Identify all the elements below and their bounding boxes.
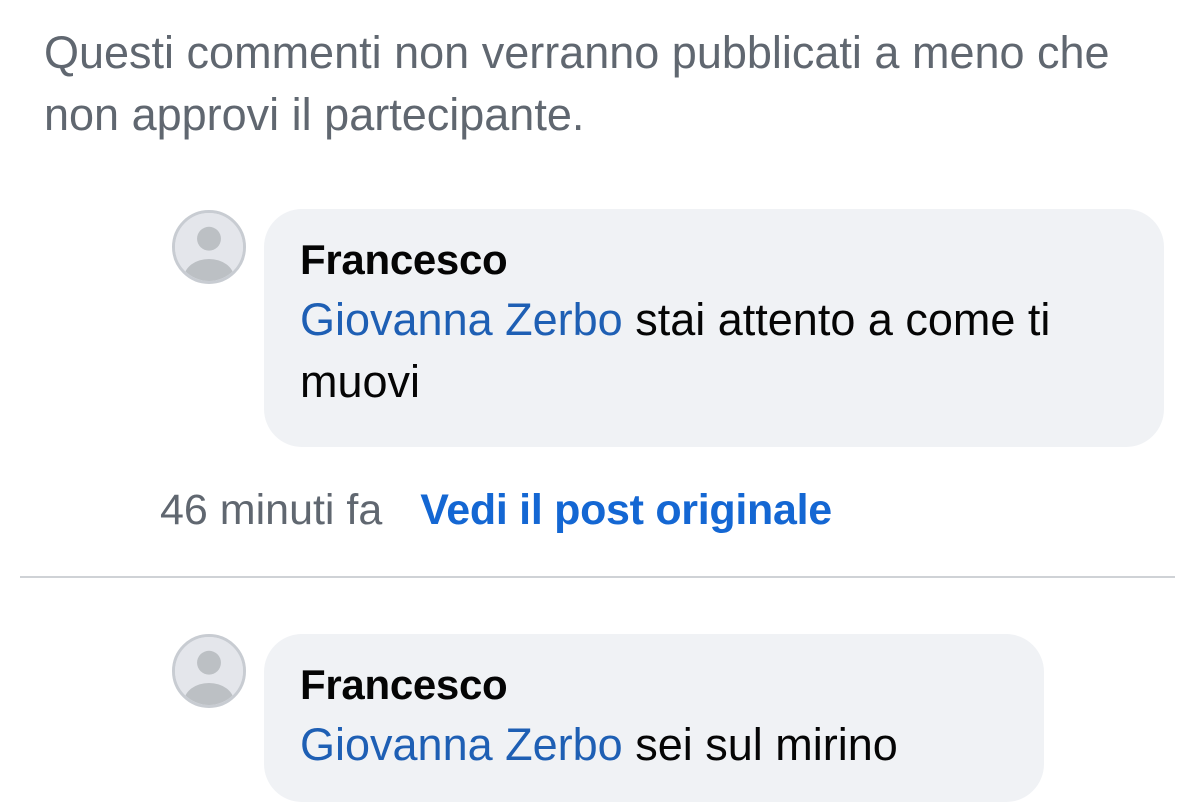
comment-timestamp: 46 minuti fa — [160, 486, 383, 534]
default-avatar-icon — [175, 213, 243, 281]
pending-comments-page: Questi commenti non verranno pubblicati … — [0, 0, 1200, 812]
comment-divider — [20, 576, 1175, 578]
comment-author[interactable]: Francesco — [300, 231, 1128, 289]
comment-text: Giovanna Zerbo sei sul mirino — [300, 714, 1008, 776]
commenter-avatar-icon[interactable] — [172, 210, 246, 284]
view-original-post-link[interactable]: Vedi il post originale — [420, 486, 832, 534]
default-avatar-icon — [175, 637, 243, 705]
comment-text: Giovanna Zerbo stai attento a come ti mu… — [300, 289, 1128, 413]
comment-bubble[interactable]: Francesco Giovanna Zerbo stai attento a … — [264, 209, 1164, 447]
pending-comments-notice: Questi commenti non verranno pubblicati … — [44, 27, 1110, 140]
commenter-avatar-icon[interactable] — [172, 634, 246, 708]
comment-meta: 46 minuti fa Vedi il post originale — [160, 480, 832, 540]
comment-body: sei sul mirino — [622, 719, 898, 770]
comment-mention-link[interactable]: Giovanna Zerbo — [300, 719, 623, 770]
comment-bubble[interactable]: Francesco Giovanna Zerbo sei sul mirino — [264, 634, 1044, 802]
comment-mention-link[interactable]: Giovanna Zerbo — [300, 294, 623, 345]
comment-author[interactable]: Francesco — [300, 656, 1008, 714]
